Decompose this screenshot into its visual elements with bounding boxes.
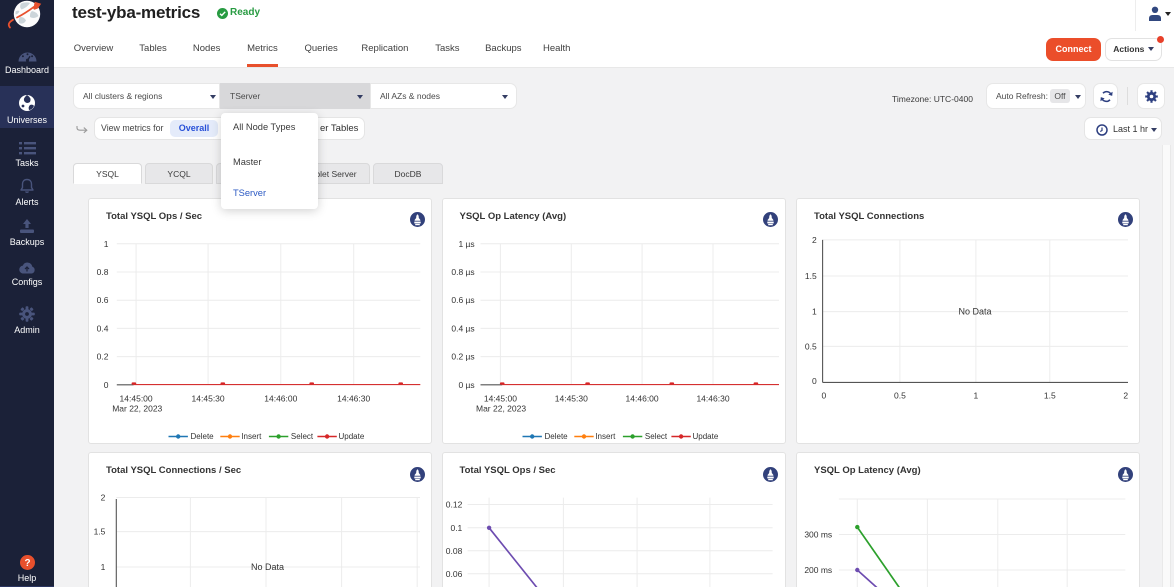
svg-text:0: 0 [812, 376, 817, 386]
svg-text:No Data: No Data [958, 306, 991, 316]
svg-text:0.8 µs: 0.8 µs [451, 267, 474, 277]
svg-text:200 ms: 200 ms [804, 565, 832, 575]
svg-text:Select: Select [644, 432, 667, 441]
svg-text:0.5: 0.5 [894, 390, 906, 400]
svg-text:Mar 22, 2023: Mar 22, 2023 [112, 403, 162, 413]
svg-text:2: 2 [1123, 390, 1128, 400]
svg-text:Update: Update [692, 432, 718, 441]
svg-text:Update: Update [339, 432, 365, 441]
svg-text:?: ? [24, 558, 30, 569]
svg-text:Insert: Insert [241, 432, 262, 441]
svg-text:0: 0 [104, 379, 109, 389]
svg-text:0: 0 [822, 390, 827, 400]
svg-text:14:45:30: 14:45:30 [192, 393, 225, 403]
svg-text:No Data: No Data [251, 562, 284, 572]
svg-text:14:46:00: 14:46:00 [625, 393, 658, 403]
svg-text:0.12: 0.12 [445, 500, 462, 510]
svg-text:2: 2 [101, 493, 106, 503]
svg-text:1: 1 [812, 306, 817, 316]
svg-text:14:45:00: 14:45:00 [483, 393, 516, 403]
svg-text:14:46:30: 14:46:30 [337, 393, 370, 403]
svg-text:0.4: 0.4 [97, 323, 109, 333]
svg-text:1.5: 1.5 [94, 527, 106, 537]
svg-text:0.8: 0.8 [97, 267, 109, 277]
svg-text:Delete: Delete [191, 432, 215, 441]
svg-text:0.2 µs: 0.2 µs [451, 351, 474, 361]
svg-text:1: 1 [101, 562, 106, 572]
svg-text:14:45:30: 14:45:30 [554, 393, 587, 403]
svg-text:Insert: Insert [595, 432, 616, 441]
svg-text:0 µs: 0 µs [458, 379, 474, 389]
svg-text:2: 2 [812, 234, 817, 244]
svg-text:0.4 µs: 0.4 µs [451, 323, 474, 333]
svg-text:14:46:00: 14:46:00 [264, 393, 297, 403]
svg-text:0.6 µs: 0.6 µs [451, 295, 474, 305]
svg-text:Delete: Delete [544, 432, 568, 441]
svg-text:Select: Select [291, 432, 314, 441]
svg-text:1.5: 1.5 [1044, 390, 1056, 400]
svg-text:1.5: 1.5 [805, 271, 817, 281]
svg-text:1: 1 [104, 238, 109, 248]
svg-text:0.6: 0.6 [97, 295, 109, 305]
svg-text:0.08: 0.08 [445, 546, 462, 556]
svg-text:0.2: 0.2 [97, 351, 109, 361]
svg-text:14:46:30: 14:46:30 [696, 393, 729, 403]
svg-text:1 µs: 1 µs [458, 238, 474, 248]
svg-text:Mar 22, 2023: Mar 22, 2023 [476, 403, 526, 413]
svg-text:300 ms: 300 ms [804, 530, 832, 540]
svg-text:14:45:00: 14:45:00 [120, 393, 153, 403]
svg-text:0.06: 0.06 [445, 569, 462, 579]
svg-text:1: 1 [974, 390, 979, 400]
svg-text:0.1: 0.1 [450, 523, 462, 533]
svg-text:0.5: 0.5 [805, 341, 817, 351]
